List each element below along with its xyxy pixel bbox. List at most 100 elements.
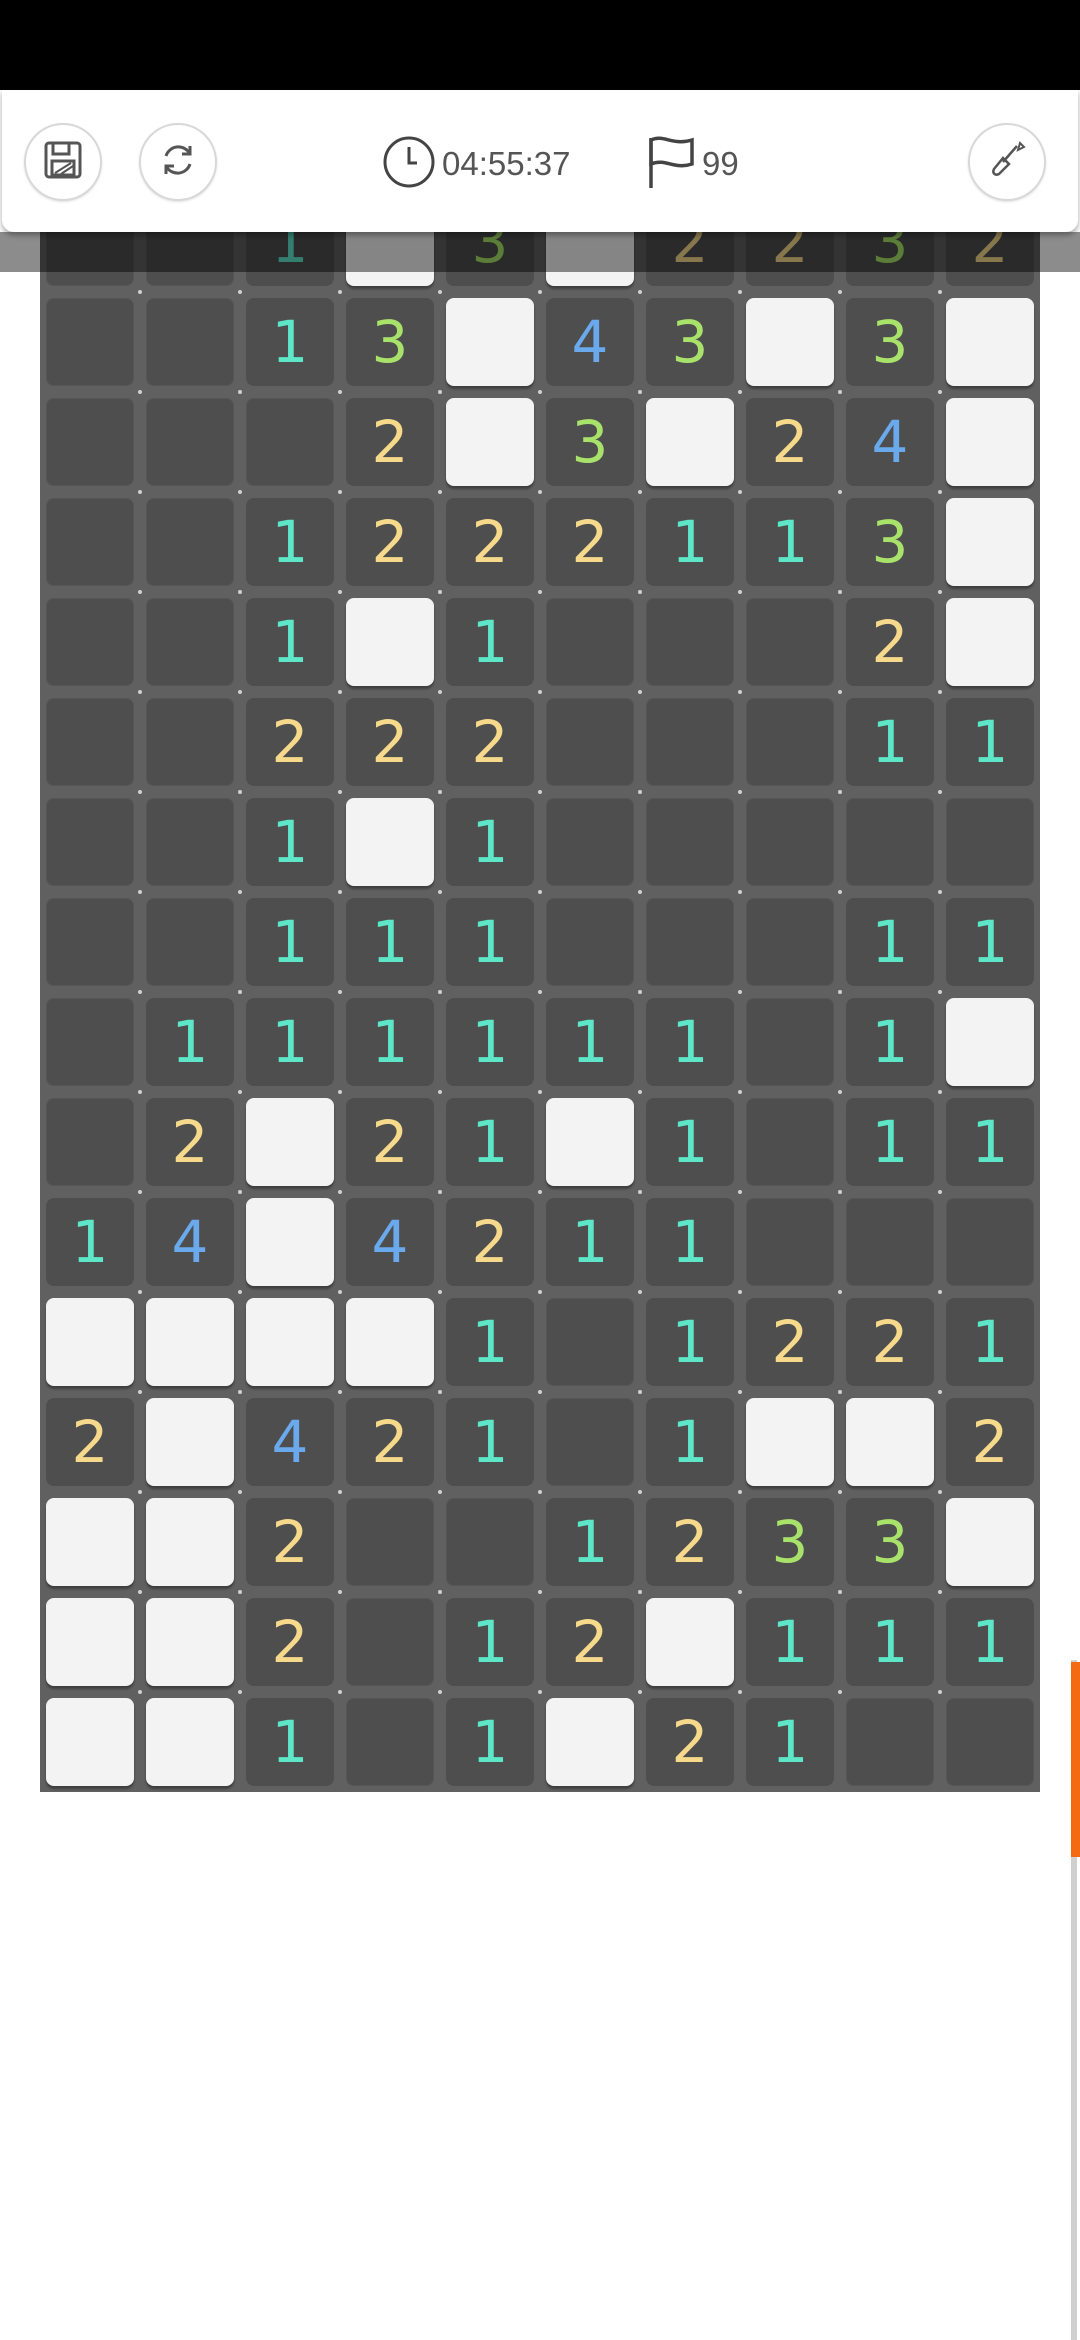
cell-number[interactable]: 3 bbox=[340, 292, 440, 392]
cell-number[interactable]: 1 bbox=[440, 892, 540, 992]
cell-unrevealed[interactable] bbox=[740, 992, 840, 1092]
cell-number[interactable]: 1 bbox=[740, 1592, 840, 1692]
scrollbar-thumb[interactable] bbox=[1071, 1662, 1080, 1857]
cell-number[interactable]: 2 bbox=[840, 1292, 940, 1392]
cell-number[interactable]: 4 bbox=[140, 1192, 240, 1292]
cell-number[interactable]: 4 bbox=[840, 392, 940, 492]
cell-unrevealed[interactable] bbox=[340, 1592, 440, 1692]
cell-number[interactable]: 1 bbox=[940, 1592, 1040, 1692]
cell-number[interactable]: 2 bbox=[540, 1592, 640, 1692]
cell-flagged[interactable] bbox=[240, 1192, 340, 1292]
cell-flagged[interactable] bbox=[140, 1292, 240, 1392]
cell-number[interactable]: 1 bbox=[840, 892, 940, 992]
cell-flagged[interactable] bbox=[240, 1092, 340, 1192]
cell-number[interactable]: 1 bbox=[640, 1092, 740, 1192]
cell-number[interactable]: 2 bbox=[240, 1592, 340, 1692]
cell-number[interactable]: 1 bbox=[340, 992, 440, 1092]
cell-number[interactable]: 2 bbox=[940, 1392, 1040, 1492]
cell-number[interactable]: 1 bbox=[140, 992, 240, 1092]
cell-flagged[interactable] bbox=[140, 1492, 240, 1592]
cell-unrevealed[interactable] bbox=[40, 392, 140, 492]
cell-number[interactable]: 2 bbox=[340, 492, 440, 592]
cell-unrevealed[interactable] bbox=[340, 1692, 440, 1792]
cell-number[interactable]: 3 bbox=[840, 492, 940, 592]
cell-unrevealed[interactable] bbox=[40, 492, 140, 592]
cell-unrevealed[interactable] bbox=[40, 692, 140, 792]
cell-number[interactable]: 4 bbox=[340, 1192, 440, 1292]
cell-number[interactable]: 1 bbox=[40, 1192, 140, 1292]
cell-flagged[interactable] bbox=[340, 592, 440, 692]
cell-unrevealed[interactable] bbox=[740, 792, 840, 892]
cell-unrevealed[interactable] bbox=[140, 692, 240, 792]
cell-number[interactable]: 2 bbox=[840, 592, 940, 692]
cell-flagged[interactable] bbox=[740, 292, 840, 392]
cell-number[interactable]: 1 bbox=[940, 1292, 1040, 1392]
cell-flagged[interactable] bbox=[340, 1292, 440, 1392]
cell-number[interactable]: 2 bbox=[640, 1692, 740, 1792]
cell-number[interactable]: 1 bbox=[340, 892, 440, 992]
cell-unrevealed[interactable] bbox=[140, 592, 240, 692]
cell-flagged[interactable] bbox=[640, 392, 740, 492]
cell-unrevealed[interactable] bbox=[840, 792, 940, 892]
cell-number[interactable]: 1 bbox=[840, 1592, 940, 1692]
cell-flagged[interactable] bbox=[40, 1492, 140, 1592]
cell-flagged[interactable] bbox=[940, 592, 1040, 692]
cell-flagged[interactable] bbox=[540, 1092, 640, 1192]
cell-unrevealed[interactable] bbox=[640, 892, 740, 992]
cell-unrevealed[interactable] bbox=[640, 592, 740, 692]
cell-number[interactable]: 2 bbox=[540, 492, 640, 592]
cell-unrevealed[interactable] bbox=[940, 792, 1040, 892]
cell-number[interactable]: 2 bbox=[240, 692, 340, 792]
cell-number[interactable]: 1 bbox=[440, 1092, 540, 1192]
cell-unrevealed[interactable] bbox=[940, 1192, 1040, 1292]
cell-number[interactable]: 3 bbox=[740, 1492, 840, 1592]
cell-unrevealed[interactable] bbox=[640, 792, 740, 892]
save-button[interactable] bbox=[24, 123, 102, 201]
cell-flagged[interactable] bbox=[40, 1592, 140, 1692]
cell-flagged[interactable] bbox=[440, 292, 540, 392]
cell-unrevealed[interactable] bbox=[140, 392, 240, 492]
cell-flagged[interactable] bbox=[740, 1392, 840, 1492]
cell-flagged[interactable] bbox=[940, 392, 1040, 492]
cell-number[interactable]: 1 bbox=[440, 1692, 540, 1792]
cell-number[interactable]: 2 bbox=[140, 1092, 240, 1192]
cell-number[interactable]: 1 bbox=[640, 1192, 740, 1292]
cell-flagged[interactable] bbox=[440, 392, 540, 492]
cell-flagged[interactable] bbox=[40, 1692, 140, 1792]
cell-number[interactable]: 3 bbox=[640, 292, 740, 392]
cell-flagged[interactable] bbox=[540, 1692, 640, 1792]
cell-flagged[interactable] bbox=[640, 1592, 740, 1692]
cell-flagged[interactable] bbox=[940, 292, 1040, 392]
cell-number[interactable]: 2 bbox=[340, 1092, 440, 1192]
cell-unrevealed[interactable] bbox=[740, 892, 840, 992]
cell-number[interactable]: 1 bbox=[240, 892, 340, 992]
cell-number[interactable]: 2 bbox=[740, 392, 840, 492]
cell-number[interactable]: 1 bbox=[840, 1092, 940, 1192]
cell-unrevealed[interactable] bbox=[640, 692, 740, 792]
cell-number[interactable]: 2 bbox=[740, 1292, 840, 1392]
cell-number[interactable]: 1 bbox=[440, 1392, 540, 1492]
cell-number[interactable]: 1 bbox=[240, 292, 340, 392]
cell-flagged[interactable] bbox=[140, 1392, 240, 1492]
cell-unrevealed[interactable] bbox=[240, 392, 340, 492]
cell-flagged[interactable] bbox=[940, 1492, 1040, 1592]
cell-number[interactable]: 1 bbox=[440, 592, 540, 692]
cell-unrevealed[interactable] bbox=[940, 1692, 1040, 1792]
cell-flagged[interactable] bbox=[340, 792, 440, 892]
cell-number[interactable]: 1 bbox=[440, 1592, 540, 1692]
cell-number[interactable]: 1 bbox=[740, 1692, 840, 1792]
cell-unrevealed[interactable] bbox=[840, 1692, 940, 1792]
cell-unrevealed[interactable] bbox=[540, 692, 640, 792]
cell-number[interactable]: 2 bbox=[340, 392, 440, 492]
cell-number[interactable]: 1 bbox=[240, 592, 340, 692]
cell-number[interactable]: 3 bbox=[840, 1492, 940, 1592]
cell-number[interactable]: 1 bbox=[240, 492, 340, 592]
cell-unrevealed[interactable] bbox=[40, 1092, 140, 1192]
cell-unrevealed[interactable] bbox=[540, 792, 640, 892]
cell-unrevealed[interactable] bbox=[440, 1492, 540, 1592]
cell-number[interactable]: 3 bbox=[840, 292, 940, 392]
cell-unrevealed[interactable] bbox=[740, 1092, 840, 1192]
cell-flagged[interactable] bbox=[840, 1392, 940, 1492]
cell-number[interactable]: 1 bbox=[640, 492, 740, 592]
cell-number[interactable]: 2 bbox=[440, 492, 540, 592]
